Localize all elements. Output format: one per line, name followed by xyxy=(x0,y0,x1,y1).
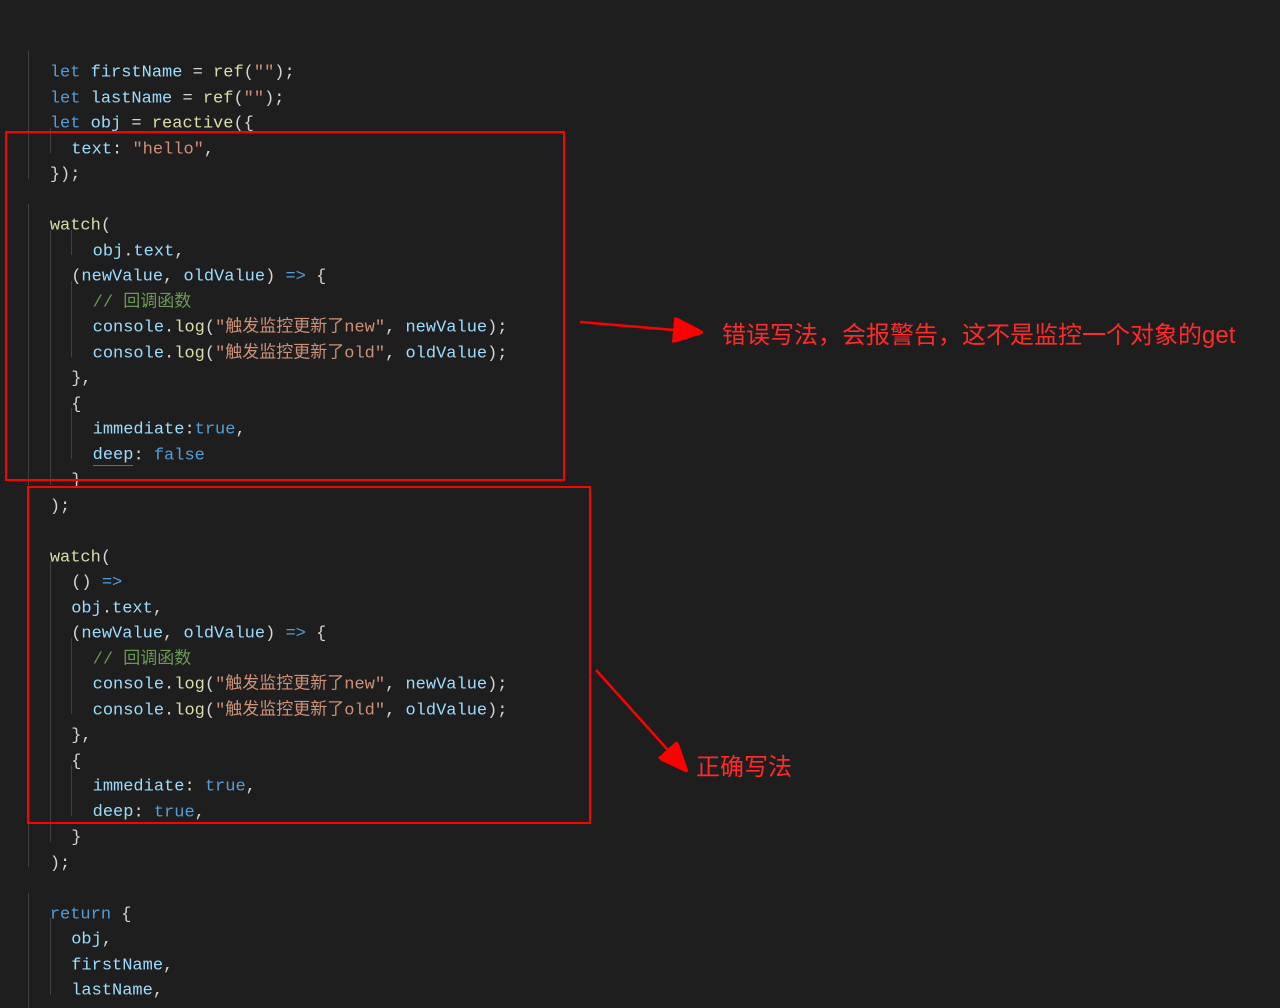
code-line[interactable]: deep: true, xyxy=(0,791,1280,817)
annotation-right: 正确写法 xyxy=(696,752,792,784)
annotation-wrong: 错误写法，会报警告，这不是监控一个对象的get xyxy=(722,320,1235,352)
code-line[interactable]: watch( xyxy=(0,536,1280,562)
code-line[interactable]: { xyxy=(0,383,1280,409)
arrow-icon xyxy=(596,670,696,780)
code-line[interactable]: }; xyxy=(0,995,1280,1008)
code-line[interactable]: return { xyxy=(0,893,1280,919)
code-line[interactable]: let lastName = ref(""); xyxy=(0,77,1280,103)
code-line[interactable]: (newValue, oldValue) => { xyxy=(0,612,1280,638)
code-line[interactable] xyxy=(0,510,1280,536)
code-line[interactable]: let obj = reactive({ xyxy=(0,102,1280,128)
code-line[interactable]: ); xyxy=(0,842,1280,868)
code-line[interactable]: firstName, xyxy=(0,944,1280,970)
code-line[interactable] xyxy=(0,867,1280,893)
code-line[interactable]: obj.text, xyxy=(0,587,1280,613)
code-line[interactable]: watch( xyxy=(0,204,1280,230)
code-line[interactable]: text: "hello", xyxy=(0,128,1280,154)
code-line[interactable]: () => xyxy=(0,561,1280,587)
code-line[interactable]: ); xyxy=(0,485,1280,511)
code-editor[interactable]: let firstName = ref(""); let lastName = … xyxy=(0,0,1280,1008)
code-line[interactable]: deep: false xyxy=(0,434,1280,460)
code-line[interactable]: obj.text, xyxy=(0,230,1280,256)
code-lines: let firstName = ref(""); let lastName = … xyxy=(0,51,1280,1008)
code-line[interactable]: let firstName = ref(""); xyxy=(0,51,1280,77)
code-line[interactable]: (newValue, oldValue) => { xyxy=(0,255,1280,281)
code-line[interactable]: lastName, xyxy=(0,969,1280,995)
code-line[interactable] xyxy=(0,179,1280,205)
arrow-icon xyxy=(580,312,710,342)
code-line[interactable]: obj, xyxy=(0,918,1280,944)
code-line[interactable]: immediate:true, xyxy=(0,408,1280,434)
